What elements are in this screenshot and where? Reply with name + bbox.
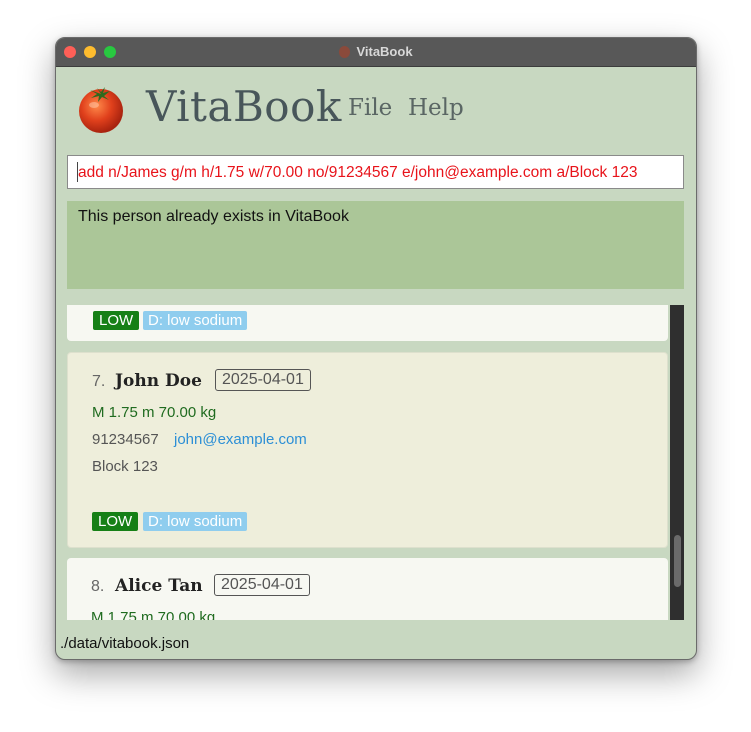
person-email[interactable]: john@example.com <box>174 431 307 448</box>
app-window: VitaBook VitaBook File Help add n/James … <box>55 37 697 660</box>
person-card[interactable]: 8. Alice Tan 2025-04-01 M 1.75 m 70.00 k… <box>67 558 668 620</box>
status-bar-file-path: ./data/vitabook.json <box>60 635 190 652</box>
priority-tag: LOW <box>93 311 140 330</box>
scrollbar-thumb[interactable] <box>674 535 681 587</box>
person-index: 8. <box>91 578 105 595</box>
person-card[interactable]: LOW D: low sodium <box>67 305 668 341</box>
window-title-text: VitaBook <box>356 44 413 59</box>
person-stats: M 1.75 m 70.00 kg <box>92 404 217 421</box>
person-name: Alice Tan <box>115 576 203 596</box>
priority-tag: LOW <box>92 512 139 531</box>
app-name: VitaBook <box>146 82 342 131</box>
person-card[interactable]: 7. John Doe 2025-04-01 M 1.75 m 70.00 kg… <box>67 352 668 548</box>
person-date: 2025-04-01 <box>215 369 311 391</box>
person-address: Block 123 <box>92 458 158 475</box>
person-list[interactable]: LOW D: low sodium 7. John Doe 2025-04-01… <box>67 305 684 620</box>
result-message: This person already exists in VitaBook <box>78 208 349 225</box>
command-text: add n/James g/m h/1.75 w/70.00 no/912345… <box>78 164 638 181</box>
person-index: 7. <box>92 373 106 390</box>
menu-help[interactable]: Help <box>408 95 464 121</box>
person-date: 2025-04-01 <box>214 574 310 596</box>
menu-file[interactable]: File <box>348 95 392 121</box>
person-phone: 91234567 <box>92 431 159 448</box>
person-name: John Doe <box>115 371 202 391</box>
diet-tag: D: low sodium <box>143 512 248 531</box>
tomato-logo-icon <box>79 87 123 133</box>
command-input[interactable]: add n/James g/m h/1.75 w/70.00 no/912345… <box>67 155 684 189</box>
tomato-small-icon <box>339 46 351 58</box>
diet-tag: D: low sodium <box>143 311 248 330</box>
list-scrollbar[interactable] <box>670 305 684 620</box>
result-display: This person already exists in VitaBook <box>67 201 684 289</box>
window-title: VitaBook <box>56 44 696 59</box>
title-bar[interactable]: VitaBook <box>56 38 696 67</box>
person-stats: M 1.75 m 70.00 kg <box>91 609 216 620</box>
